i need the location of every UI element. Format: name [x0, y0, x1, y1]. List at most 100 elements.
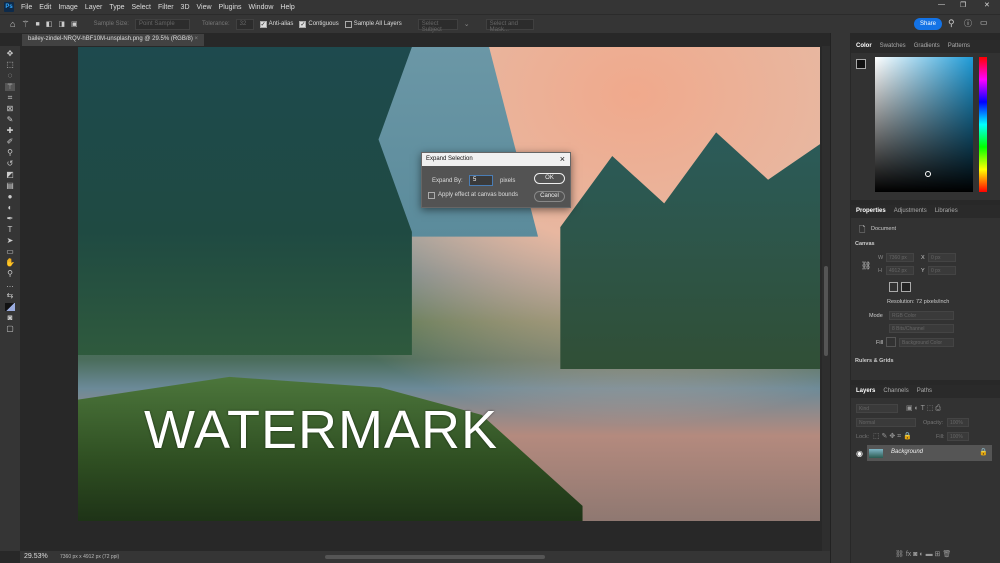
tab-channels[interactable]: Channels	[883, 388, 908, 395]
quick-mask-icon[interactable]: ◙	[5, 314, 15, 322]
tab-properties[interactable]: Properties	[856, 208, 886, 215]
document-tab[interactable]: bailey-zindel-NRQV-hBF10M-unsplash.png @…	[22, 34, 205, 46]
document-size[interactable]: 7360 px x 4912 px (72 ppi)	[60, 554, 119, 560]
menu-layer[interactable]: Layer	[85, 4, 103, 11]
fill-swatch[interactable]	[886, 337, 896, 347]
rectangle-tool-icon[interactable]: ▭	[5, 248, 15, 256]
opacity-input[interactable]: 100%	[947, 418, 969, 427]
cancel-button[interactable]: Cancel	[534, 191, 565, 202]
tab-gradients[interactable]: Gradients	[914, 43, 940, 50]
path-selection-icon[interactable]: ➤	[5, 237, 15, 245]
history-brush-icon[interactable]: ↺	[5, 160, 15, 168]
rulers-grids-section[interactable]: Rulers & Grids	[855, 358, 894, 364]
screen-mode-icon[interactable]: ▢	[5, 325, 15, 333]
minimize-icon[interactable]: —	[938, 1, 945, 8]
menu-select[interactable]: Select	[132, 4, 151, 11]
select-subject-button[interactable]: Select Subject	[417, 18, 458, 33]
crop-tool-icon[interactable]: ⌗	[5, 94, 15, 102]
vertical-scroll-thumb[interactable]	[824, 266, 828, 356]
menu-help[interactable]: Help	[280, 4, 294, 11]
bit-depth-select[interactable]: 8 Bits/Channel	[889, 324, 954, 333]
clone-stamp-icon[interactable]: ⚲	[5, 149, 15, 157]
intersect-selection-icon[interactable]: ▣	[71, 20, 78, 28]
color-swatches-icon[interactable]	[5, 303, 15, 311]
share-button[interactable]: Share	[914, 18, 942, 30]
select-and-mask-button[interactable]: Select and Mask...	[485, 18, 534, 33]
help-icon[interactable]: ⓘ	[964, 18, 972, 29]
menu-plugins[interactable]: Plugins	[219, 4, 242, 11]
layer-row[interactable]: Background 🔒	[867, 445, 992, 461]
portrait-orientation-icon[interactable]	[889, 282, 898, 292]
menu-filter[interactable]: Filter	[158, 4, 174, 11]
restore-icon[interactable]: ❐	[960, 1, 966, 9]
home-icon[interactable]: ⌂	[10, 19, 15, 29]
menu-edit[interactable]: Edit	[39, 4, 51, 11]
horizontal-scroll-thumb[interactable]	[325, 555, 545, 559]
healing-brush-icon[interactable]: ✚	[5, 127, 15, 135]
ok-button[interactable]: OK	[534, 173, 565, 184]
zoom-level[interactable]: 29.53%	[24, 553, 48, 560]
hand-tool-icon[interactable]: ✋	[5, 259, 15, 267]
vertical-scrollbar[interactable]	[822, 46, 830, 551]
mode-select[interactable]: RGB Color	[889, 311, 954, 320]
y-input[interactable]: 0 px	[928, 266, 956, 275]
fill-select[interactable]: Background Color	[899, 338, 954, 347]
tab-color[interactable]: Color	[856, 43, 872, 50]
dodge-tool-icon[interactable]: ◐	[5, 204, 15, 212]
magic-wand-tool-icon[interactable]: ⚚	[5, 83, 15, 91]
apply-at-canvas-bounds-checkbox[interactable]	[428, 192, 435, 199]
zoom-tool-icon[interactable]: ⚲	[5, 270, 15, 278]
layer-filter-icons[interactable]: ▣ ◐ T ⬚ ⎙	[906, 404, 941, 413]
eraser-tool-icon[interactable]: ◩	[5, 171, 15, 179]
lock-icons[interactable]: ⬚ ✎ ✥ ⌗ 🔒	[873, 432, 912, 441]
move-tool-icon[interactable]: ✥	[5, 50, 15, 58]
search-icon[interactable]: ⚲	[948, 18, 955, 29]
type-tool-icon[interactable]: T	[5, 226, 15, 234]
x-input[interactable]: 0 px	[928, 253, 956, 262]
tab-swatches[interactable]: Swatches	[880, 43, 906, 50]
brush-tool-icon[interactable]: ✐	[5, 138, 15, 146]
menu-view[interactable]: View	[197, 4, 212, 11]
tolerance-input[interactable]: 32	[235, 18, 254, 30]
document-canvas-image[interactable]: WATERMARK	[78, 47, 820, 521]
foreground-color-swatch[interactable]	[856, 59, 866, 69]
close-icon[interactable]: ×	[560, 154, 565, 164]
canvas-section[interactable]: Canvas	[855, 241, 875, 247]
width-input[interactable]: 7360 px	[886, 253, 914, 262]
anti-alias-checkbox[interactable]: ✓ Anti-alias	[259, 20, 293, 28]
layer-actions-icons[interactable]: ⛓ fx ◙ ◐ ▬ ⊞ 🗑	[895, 550, 951, 558]
more-tools-icon[interactable]: …	[5, 281, 15, 289]
contiguous-checkbox[interactable]: ✓ Contiguous	[299, 20, 339, 28]
menu-type[interactable]: Type	[109, 4, 124, 11]
tab-patterns[interactable]: Patterns	[948, 43, 970, 50]
swap-colors-icon[interactable]: ⇆	[5, 292, 15, 300]
gradient-tool-icon[interactable]: ▤	[5, 182, 15, 190]
height-input[interactable]: 4912 px	[886, 266, 914, 275]
expand-by-input[interactable]: 5	[469, 175, 493, 186]
horizontal-scrollbar[interactable]	[20, 551, 830, 563]
visibility-eye-icon[interactable]: ◉	[856, 449, 863, 458]
tab-libraries[interactable]: Libraries	[935, 208, 958, 215]
sample-all-layers-checkbox[interactable]: Sample All Layers	[344, 20, 402, 28]
frame-tool-icon[interactable]: ⊠	[5, 105, 15, 113]
hue-slider[interactable]	[979, 57, 987, 192]
color-picker-handle[interactable]	[925, 171, 931, 177]
menu-3d[interactable]: 3D	[181, 4, 190, 11]
link-icon[interactable]: ⛓	[861, 261, 871, 270]
tab-adjustments[interactable]: Adjustments	[894, 208, 927, 215]
lasso-tool-icon[interactable]: ◌	[5, 72, 15, 80]
menu-file[interactable]: File	[21, 4, 32, 11]
blend-mode-select[interactable]: Normal	[856, 418, 916, 427]
blur-tool-icon[interactable]: ●	[5, 193, 15, 201]
layer-filter-kind[interactable]: Kind	[856, 404, 898, 413]
chevron-down-icon[interactable]: ⌄	[464, 20, 470, 28]
marquee-tool-icon[interactable]: ⬚	[5, 61, 15, 69]
menu-window[interactable]: Window	[249, 4, 274, 11]
color-picker-field[interactable]	[875, 57, 973, 192]
subtract-selection-icon[interactable]: ◨	[58, 20, 65, 28]
magic-wand-icon[interactable]: ⚚	[21, 19, 29, 30]
workspace-icon[interactable]: ▭	[980, 18, 988, 27]
tab-paths[interactable]: Paths	[917, 388, 932, 395]
layer-name[interactable]: Background	[891, 449, 923, 455]
tab-layers[interactable]: Layers	[856, 388, 875, 395]
